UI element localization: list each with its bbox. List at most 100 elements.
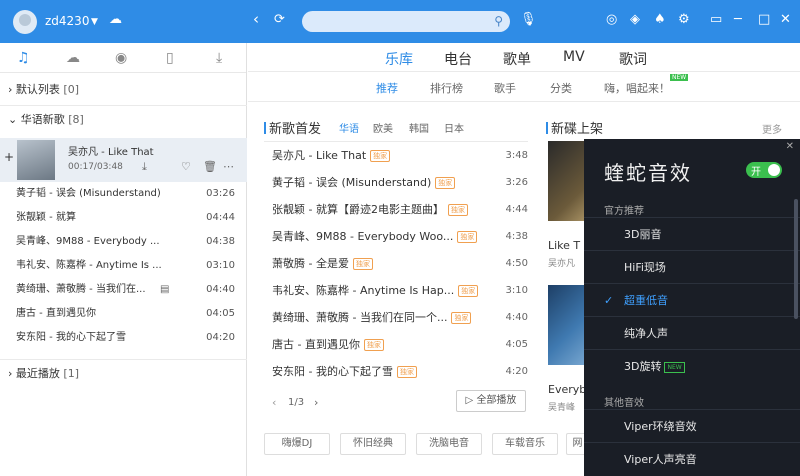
plus-icon[interactable]: +	[4, 150, 14, 164]
play-all-button[interactable]: ▷ 全部播放	[456, 390, 526, 412]
scrollbar[interactable]	[794, 199, 798, 319]
table-row[interactable]: 萧敬腾 - 全是爱 独家 4:50	[272, 251, 528, 277]
list-item[interactable]: 唐古 - 直到遇见你 04:05	[0, 302, 247, 326]
left-panel: ♫ ☁ ◉ ▯ ⤓ › 默认列表 [0] ⌄ 华语新歌 [8] + 吴亦凡 - …	[0, 43, 247, 476]
tag-car-music[interactable]: 车载音乐	[492, 433, 558, 455]
album-title[interactable]: Everyb	[548, 383, 586, 396]
search-icon[interactable]: ⚲	[494, 14, 503, 28]
game-icon[interactable]: ◈	[630, 13, 640, 27]
music-note-icon[interactable]: ♫	[17, 50, 30, 66]
tab-radio[interactable]: 电台	[444, 49, 472, 69]
table-row[interactable]: 黄绮珊、萧敬腾 - 当我们在同一个... 独家 4:40	[272, 305, 528, 331]
back-icon[interactable]: ‹	[253, 12, 259, 27]
list-item[interactable]: 安东阳 - 我的心下起了雪 04:20	[0, 326, 247, 350]
phone-icon[interactable]: ▯	[166, 50, 174, 66]
filter-japanese[interactable]: 日本	[444, 120, 464, 135]
subtab-charts[interactable]: 排行榜	[430, 80, 463, 96]
more-link[interactable]: 更多	[762, 121, 782, 136]
tag-dj[interactable]: 嗨爆DJ	[264, 433, 330, 455]
radio-icon[interactable]: ◉	[115, 50, 127, 66]
exclusive-badge: 独家	[458, 285, 479, 297]
subtab-singers[interactable]: 歌手	[494, 80, 516, 96]
download-icon[interactable]: ⤓	[216, 50, 222, 66]
tab-playlists[interactable]: 歌单	[503, 49, 531, 69]
tab-lyrics[interactable]: 歌词	[619, 49, 647, 69]
subtab-sing[interactable]: 嗨，唱起来！	[604, 80, 670, 96]
list-item[interactable]: 韦礼安、陈嘉桦 - Anytime Is ... 03:10	[0, 254, 247, 278]
table-row[interactable]: 安东阳 - 我的心下起了雪 独家 4:20	[272, 359, 528, 385]
tag-electronic[interactable]: 洗脑电音	[416, 433, 482, 455]
section-count: [0]	[63, 83, 79, 96]
next-page-icon[interactable]: ›	[314, 396, 318, 409]
skin-icon[interactable]: ♠	[654, 13, 666, 27]
effect-item-selected[interactable]: ✓ 超重低音	[584, 283, 800, 316]
tab-library[interactable]: 乐库	[385, 49, 413, 69]
effect-item[interactable]: 纯净人声	[584, 316, 800, 349]
new-badge: NEW	[664, 362, 685, 373]
effect-item[interactable]: HiFi现场	[584, 250, 800, 283]
current-song[interactable]: + 吴亦凡 - Like That 00:17/03:48 ⤓ ♡ 🗑 ⋯	[0, 138, 247, 182]
divider	[248, 71, 800, 72]
mv-icon[interactable]: ▤	[160, 278, 169, 302]
username[interactable]: zd4230	[45, 14, 89, 28]
section-count: [8]	[68, 113, 84, 126]
filter-korean[interactable]: 韩国	[409, 120, 429, 135]
cloud-icon[interactable]: ☁	[66, 50, 80, 66]
song-title: 黄子韬 - 误会 (Misunderstand)	[272, 176, 432, 189]
filter-western[interactable]: 欧美	[373, 120, 393, 135]
mic-icon[interactable]: 🎙	[520, 13, 537, 27]
table-row[interactable]: 张靓颖 - 就算【爵迹2电影主题曲】 独家 4:44	[272, 197, 528, 223]
song-title: 张靓颖 - 就算【爵迹2电影主题曲】	[272, 203, 444, 216]
table-row[interactable]: 黄子韬 - 误会 (Misunderstand) 独家 3:26	[272, 170, 528, 196]
table-row[interactable]: 韦礼安、陈嘉桦 - Anytime Is Hap... 独家 3:10	[272, 278, 528, 304]
download-icon[interactable]: ⤓	[142, 160, 147, 174]
subtab-recommend[interactable]: 推荐	[376, 80, 398, 96]
song-title: 安东阳 - 我的心下起了雪	[16, 332, 126, 343]
avatar[interactable]	[13, 10, 37, 34]
list-item[interactable]: 张靓颖 - 就算 04:44	[0, 206, 247, 230]
list-item[interactable]: 黄子韬 - 误会 (Misunderstand) 03:26	[0, 182, 247, 206]
search-input[interactable]: ⚲	[302, 11, 510, 32]
refresh-icon[interactable]: ⟳	[274, 13, 285, 27]
current-title: 吴亦凡 - Like That	[68, 147, 154, 158]
effect-item[interactable]: 3D旋转 NEW	[584, 349, 800, 382]
subtab-category[interactable]: 分类	[550, 80, 572, 96]
effect-item[interactable]: Viper环绕音效	[584, 409, 800, 442]
table-row[interactable]: 吴亦凡 - Like That 独家 3:48	[272, 143, 528, 169]
effect-item[interactable]: 3D丽音	[584, 217, 800, 250]
settings-icon[interactable]: ⚙	[678, 13, 690, 27]
section-default-list[interactable]: › 默认列表 [0]	[0, 77, 247, 103]
filter-chinese[interactable]: 华语	[339, 120, 359, 135]
effect-item[interactable]: Viper人声亮音	[584, 442, 800, 475]
song-duration: 4:40	[505, 312, 528, 323]
close-icon[interactable]: ✕	[786, 141, 794, 152]
dropdown-icon[interactable]: ▼	[91, 15, 98, 29]
maximize-icon[interactable]: □	[758, 13, 770, 27]
target-icon[interactable]: ◎	[606, 13, 617, 27]
table-row[interactable]: 唐古 - 直到遇见你 独家 4:05	[272, 332, 528, 358]
section-recent[interactable]: › 最近播放 [1]	[0, 361, 247, 387]
close-icon[interactable]: ✕	[780, 13, 791, 27]
song-duration: 4:50	[505, 258, 528, 269]
list-item[interactable]: 黄绮珊、萧敬腾 - 当我们在... ▤ 04:40	[0, 278, 247, 302]
effects-toggle[interactable]: 开	[746, 162, 782, 178]
list-item[interactable]: 吴青峰、9M88 - Everybody ... 04:38	[0, 230, 247, 254]
song-title: 唐古 - 直到遇见你	[16, 308, 96, 319]
table-row[interactable]: 吴青峰、9M88 - Everybody Woo... 独家 4:38	[272, 224, 528, 250]
cloud-icon[interactable]: ☁	[109, 13, 122, 27]
mini-icon[interactable]: ▭	[710, 13, 722, 27]
delete-icon[interactable]: 🗑	[203, 160, 217, 173]
tag-classics[interactable]: 怀旧经典	[340, 433, 406, 455]
section-new-songs[interactable]: ⌄ 华语新歌 [8]	[0, 107, 247, 133]
album-artist[interactable]: 吴亦凡	[548, 256, 575, 269]
album-title[interactable]: Like T	[548, 239, 580, 252]
prev-page-icon[interactable]: ‹	[272, 396, 276, 409]
toggle-knob	[768, 164, 780, 176]
tab-mv[interactable]: MV	[563, 49, 585, 65]
more-icon[interactable]: ⋯	[223, 160, 234, 173]
minimize-icon[interactable]: ─	[734, 13, 742, 27]
album-artist[interactable]: 吴青峰	[548, 400, 575, 413]
heart-icon[interactable]: ♡	[181, 160, 191, 173]
exclusive-badge: 独家	[457, 231, 478, 243]
new-songs-title: 新歌首发	[264, 118, 321, 137]
